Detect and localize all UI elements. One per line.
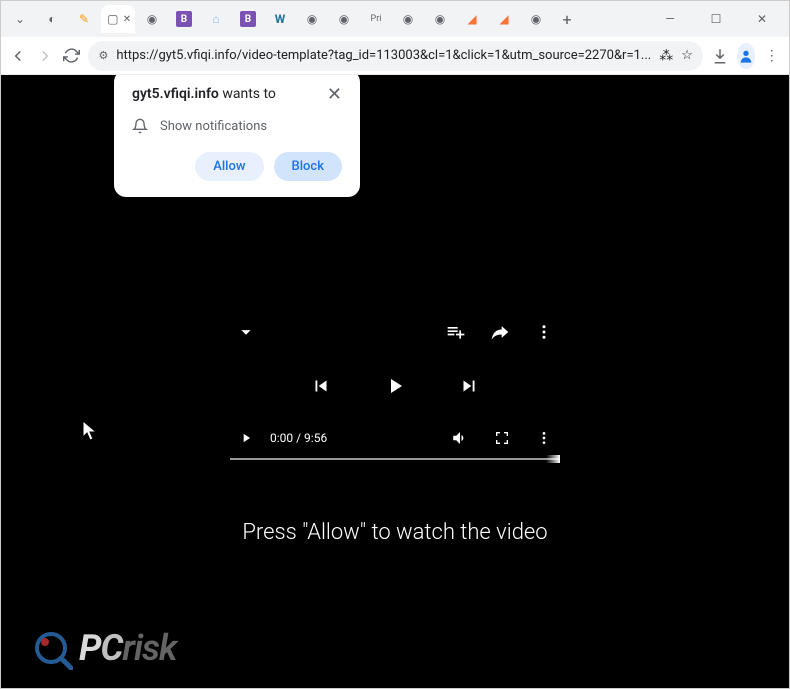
tab-1[interactable]: ◐ xyxy=(37,5,67,33)
tab-16[interactable]: ◉ xyxy=(521,5,551,33)
cursor-icon xyxy=(83,421,99,443)
tab-10[interactable]: ◉ xyxy=(329,5,359,33)
toolbar: ⚙ https://gyt5.vfiqi.info/video-template… xyxy=(1,37,789,75)
time-display: 0:00 / 9:56 xyxy=(270,431,327,445)
fullscreen-icon[interactable] xyxy=(490,426,514,450)
video-player: 0:00 / 9:56 xyxy=(230,320,560,460)
tab-6[interactable]: ⌂ xyxy=(201,5,231,33)
volume-icon[interactable] xyxy=(448,426,472,450)
more-vert-icon[interactable] xyxy=(532,320,556,344)
tab-14[interactable]: ◢ xyxy=(457,5,487,33)
permission-prompt: gyt5.vfiqi.info wants to ✕ Show notifica… xyxy=(114,75,360,197)
tab-5[interactable]: B xyxy=(169,5,199,33)
maximize-button[interactable]: ☐ xyxy=(693,3,739,35)
page-content: gyt5.vfiqi.info wants to ✕ Show notifica… xyxy=(1,75,789,688)
address-bar[interactable]: ⚙ https://gyt5.vfiqi.info/video-template… xyxy=(88,41,702,71)
tab-4[interactable]: ◉ xyxy=(137,5,167,33)
tab-9[interactable]: ◉ xyxy=(297,5,327,33)
menu-button[interactable]: ⋮ xyxy=(763,42,781,70)
site-settings-icon[interactable]: ⚙ xyxy=(98,49,108,62)
skip-next-icon[interactable] xyxy=(457,374,481,398)
close-window-button[interactable]: ✕ xyxy=(739,3,785,35)
play-button[interactable] xyxy=(383,374,407,398)
tab-11[interactable]: Pri xyxy=(361,5,391,33)
prompt-title: gyt5.vfiqi.info wants to xyxy=(132,86,276,102)
more-vert-icon-2[interactable] xyxy=(532,426,556,450)
minimize-button[interactable]: — xyxy=(647,3,693,35)
tab-7[interactable]: B xyxy=(233,5,263,33)
bookmark-icon[interactable]: ☆ xyxy=(681,48,693,63)
new-tab-button[interactable]: + xyxy=(553,5,581,33)
tab-12[interactable]: ◉ xyxy=(393,5,423,33)
reload-button[interactable] xyxy=(62,42,80,70)
watermark-text: PCrisk xyxy=(79,627,176,669)
tab-0[interactable]: ⌄ xyxy=(5,5,35,33)
tab-8[interactable]: W xyxy=(265,5,295,33)
progress-bar[interactable] xyxy=(230,458,560,460)
tab-15[interactable]: ◢ xyxy=(489,5,519,33)
translate-icon[interactable]: ⁂ xyxy=(659,48,673,64)
chevron-down-icon[interactable] xyxy=(234,320,258,344)
watermark-logo-icon xyxy=(29,626,73,670)
url-text: https://gyt5.vfiqi.info/video-template?t… xyxy=(116,48,651,63)
forward-button[interactable] xyxy=(35,42,53,70)
play-small-icon[interactable] xyxy=(234,426,258,450)
tab-strip: ⌄ ◐ ✎ ▢✕ ◉ B ⌂ B W ◉ ◉ Pri ◉ ◉ ◢ ◢ ◉ + —… xyxy=(1,1,789,37)
skip-previous-icon[interactable] xyxy=(309,374,333,398)
bell-icon xyxy=(132,118,148,134)
share-icon[interactable] xyxy=(488,320,512,344)
back-button[interactable] xyxy=(9,42,27,70)
close-tab-icon[interactable]: ✕ xyxy=(123,14,131,25)
permission-label: Show notifications xyxy=(160,119,267,134)
tab-13[interactable]: ◉ xyxy=(425,5,455,33)
watermark: PCrisk xyxy=(29,626,176,670)
block-button[interactable]: Block xyxy=(274,152,342,181)
downloads-button[interactable] xyxy=(711,42,729,70)
browser-window: ⌄ ◐ ✎ ▢✕ ◉ B ⌂ B W ◉ ◉ Pri ◉ ◉ ◢ ◢ ◉ + —… xyxy=(0,0,790,689)
allow-button[interactable]: Allow xyxy=(195,152,263,181)
profile-button[interactable] xyxy=(737,43,754,69)
playlist-add-icon[interactable] xyxy=(444,320,468,344)
close-icon[interactable]: ✕ xyxy=(327,86,342,104)
cta-text: Press "Allow" to watch the video xyxy=(242,520,547,545)
tab-2[interactable]: ✎ xyxy=(69,5,99,33)
tab-active[interactable]: ▢✕ xyxy=(101,5,135,33)
